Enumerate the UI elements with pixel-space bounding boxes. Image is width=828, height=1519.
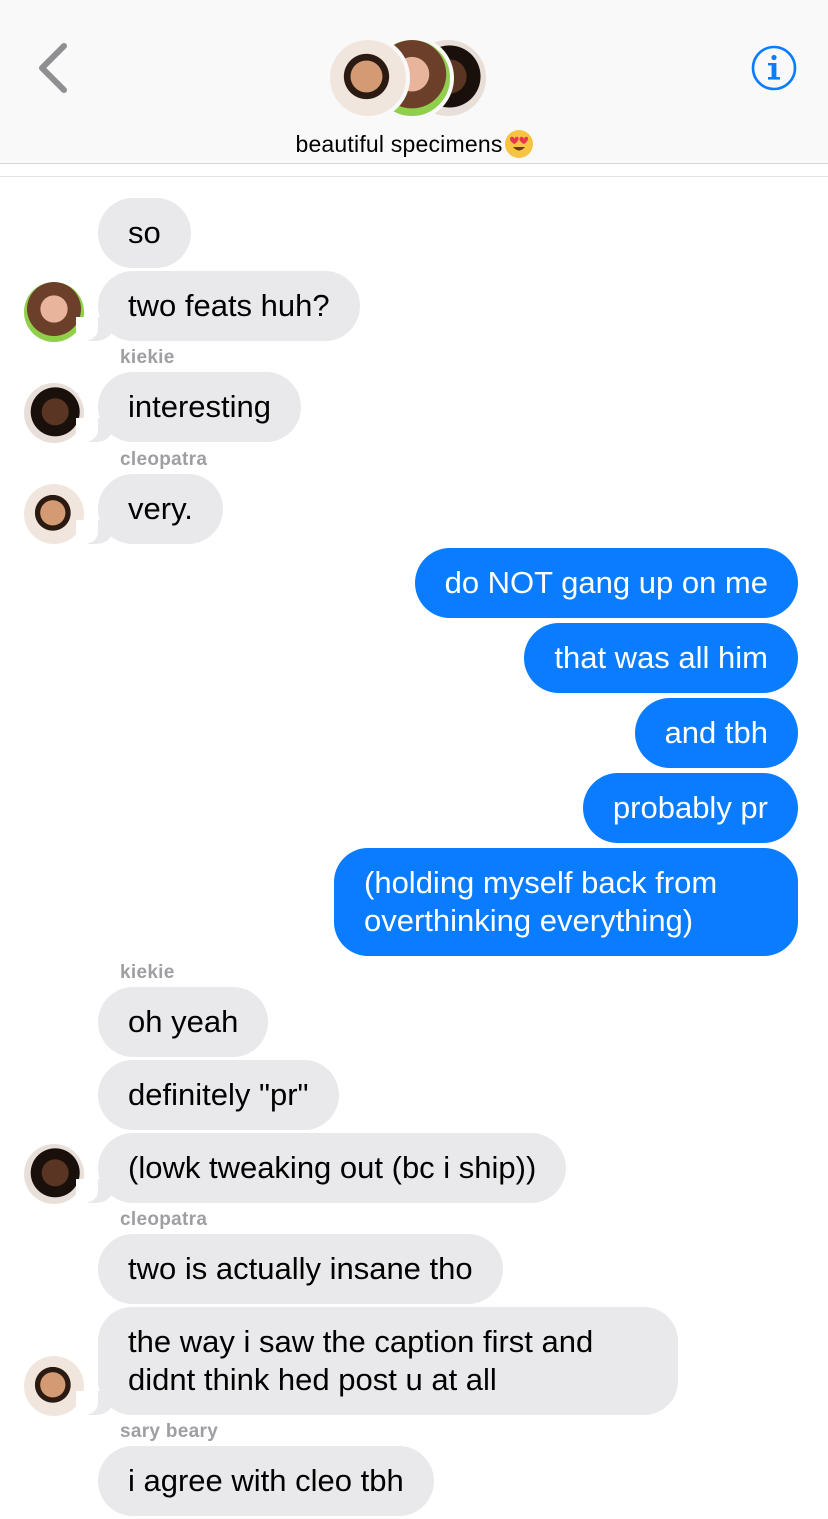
- incoming-message[interactable]: two feats huh?: [76, 271, 360, 341]
- info-icon[interactable]: [750, 44, 798, 92]
- group-avatar: [326, 36, 410, 120]
- outgoing-message[interactable]: that was all him: [524, 623, 798, 693]
- incoming-message[interactable]: (lowk tweaking out (bc i ship)): [75, 1133, 567, 1203]
- avatar[interactable]: [24, 1144, 84, 1204]
- incoming-message[interactable]: i agree with cleo tbh: [98, 1446, 434, 1516]
- incoming-message[interactable]: very.: [76, 474, 223, 544]
- avatar[interactable]: [24, 484, 84, 544]
- sender-label: kiekie: [120, 962, 175, 983]
- divider: [0, 176, 828, 177]
- avatar[interactable]: [24, 282, 84, 342]
- outgoing-message[interactable]: do NOT gang up on me: [414, 548, 798, 618]
- outgoing-message[interactable]: and tbh: [634, 698, 798, 768]
- incoming-message[interactable]: the way i saw the caption first and didn…: [76, 1307, 678, 1415]
- conversation-header: beautiful specimens: [0, 0, 828, 164]
- incoming-message[interactable]: interesting: [75, 372, 302, 442]
- sender-label: cleopatra: [120, 449, 208, 470]
- group-title[interactable]: beautiful specimens: [0, 130, 828, 158]
- group-avatars[interactable]: [326, 36, 496, 122]
- heart-eyes-emoji: [504, 130, 533, 158]
- sender-label: sary beary: [120, 1421, 219, 1442]
- avatar[interactable]: [24, 383, 84, 443]
- incoming-message[interactable]: so: [98, 198, 191, 268]
- chevron-left-icon[interactable]: [28, 38, 78, 98]
- group-name: beautiful specimens: [295, 131, 503, 157]
- outgoing-message[interactable]: probably pr: [582, 773, 798, 843]
- sender-label: cleopatra: [120, 1209, 208, 1230]
- avatar[interactable]: [24, 1356, 84, 1416]
- sender-label: kiekie: [120, 347, 175, 368]
- incoming-message[interactable]: definitely "pr": [98, 1060, 339, 1130]
- incoming-message[interactable]: two is actually insane tho: [98, 1234, 503, 1304]
- incoming-message[interactable]: oh yeah: [98, 987, 269, 1057]
- outgoing-message[interactable]: (holding myself back from overthinking e…: [334, 848, 798, 956]
